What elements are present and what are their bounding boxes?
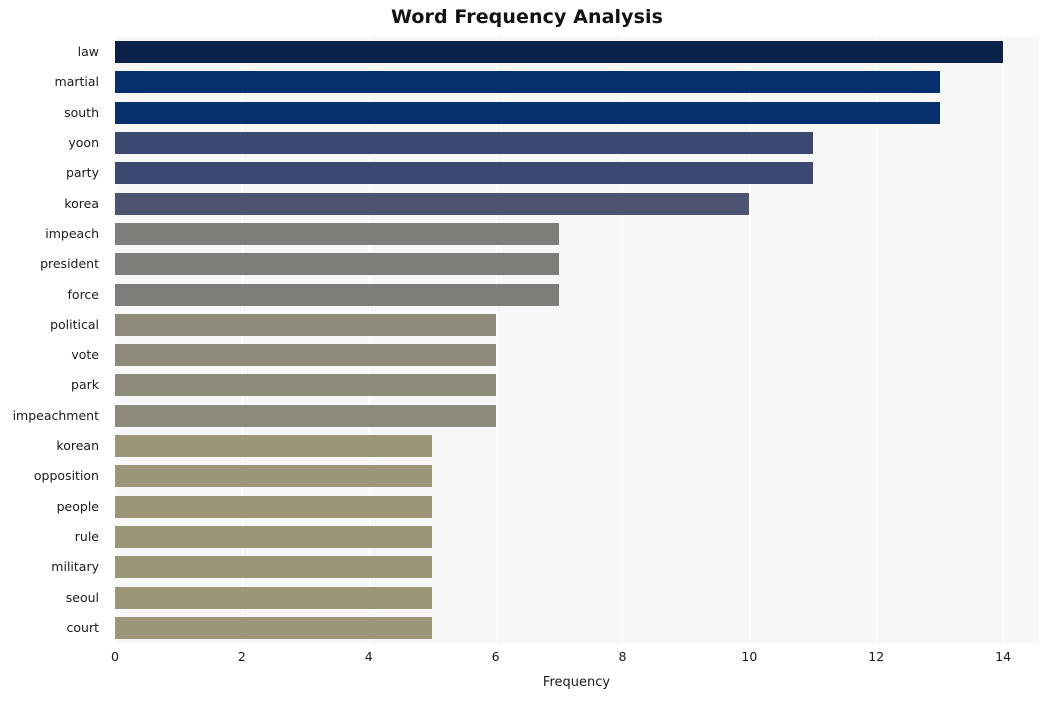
y-tick-label-party: party — [65, 165, 99, 181]
y-tick-label-impeach: impeach — [45, 225, 99, 241]
y-tick-label-south: south — [64, 104, 99, 120]
y-tick-label-people: people — [56, 498, 99, 514]
bar-court[interactable] — [115, 616, 433, 639]
y-tick-label-rule: rule — [74, 528, 99, 544]
x-axis-title: Frequency — [542, 675, 611, 690]
bar-korea[interactable] — [115, 192, 750, 215]
bar-yoon[interactable] — [115, 132, 813, 155]
bar-political[interactable] — [115, 313, 496, 336]
x-tick-label-0: 0 — [111, 649, 119, 664]
bar-park[interactable] — [115, 374, 496, 397]
y-tick-label-vote: vote — [71, 347, 99, 363]
bar-seoul[interactable] — [115, 586, 433, 609]
y-tick-label-impeachment: impeachment — [12, 407, 99, 423]
plot-area — [115, 37, 1038, 643]
bar-party[interactable] — [115, 162, 813, 185]
x-tick-label-6: 6 — [491, 649, 500, 664]
bar-military[interactable] — [115, 556, 433, 579]
bar-president[interactable] — [115, 253, 560, 276]
y-tick-label-park: park — [71, 377, 99, 393]
y-tick-label-military: military — [51, 559, 99, 575]
x-tick-label-4: 4 — [364, 649, 373, 664]
x-tick-label-8: 8 — [618, 649, 627, 664]
x-tick-label-14: 14 — [995, 649, 1012, 664]
y-tick-label-president: president — [40, 256, 99, 272]
y-tick-label-political: political — [50, 316, 99, 332]
x-tick-label-2: 2 — [237, 649, 246, 664]
x-tick-label-12: 12 — [868, 649, 885, 664]
y-tick-label-law: law — [77, 44, 99, 60]
page-title: Word Frequency Analysis — [390, 6, 664, 28]
bar-series — [115, 37, 1038, 643]
y-axis-tick-labels: law martial south yoon party korea impeach pres… — [0, 37, 107, 643]
y-tick-label-seoul: seoul — [65, 589, 99, 605]
bar-rule[interactable] — [115, 525, 433, 548]
y-tick-label-force: force — [67, 286, 99, 302]
x-tick-label-10: 10 — [741, 649, 758, 664]
bar-martial[interactable] — [115, 71, 940, 94]
y-tick-label-yoon: yoon — [68, 135, 99, 151]
x-axis-tick-labels: 0 2 4 6 8 10 12 14 — [111, 649, 1038, 669]
chart-figure: Word Frequency Analysis law martial south y… — [0, 0, 1054, 701]
bar-south[interactable] — [115, 101, 940, 124]
bar-impeachment[interactable] — [115, 404, 496, 427]
bar-force[interactable] — [115, 283, 560, 306]
bar-vote[interactable] — [115, 344, 496, 367]
y-tick-label-korean: korean — [56, 438, 99, 454]
bar-korean[interactable] — [115, 435, 433, 458]
y-tick-label-martial: martial — [54, 74, 99, 90]
bar-law[interactable] — [115, 41, 1004, 64]
y-tick-label-opposition: opposition — [33, 468, 99, 484]
bar-opposition[interactable] — [115, 465, 433, 488]
bar-people[interactable] — [115, 495, 433, 518]
y-tick-label-court: court — [66, 619, 99, 635]
bar-impeach[interactable] — [115, 222, 560, 245]
y-tick-label-korea: korea — [64, 195, 99, 211]
